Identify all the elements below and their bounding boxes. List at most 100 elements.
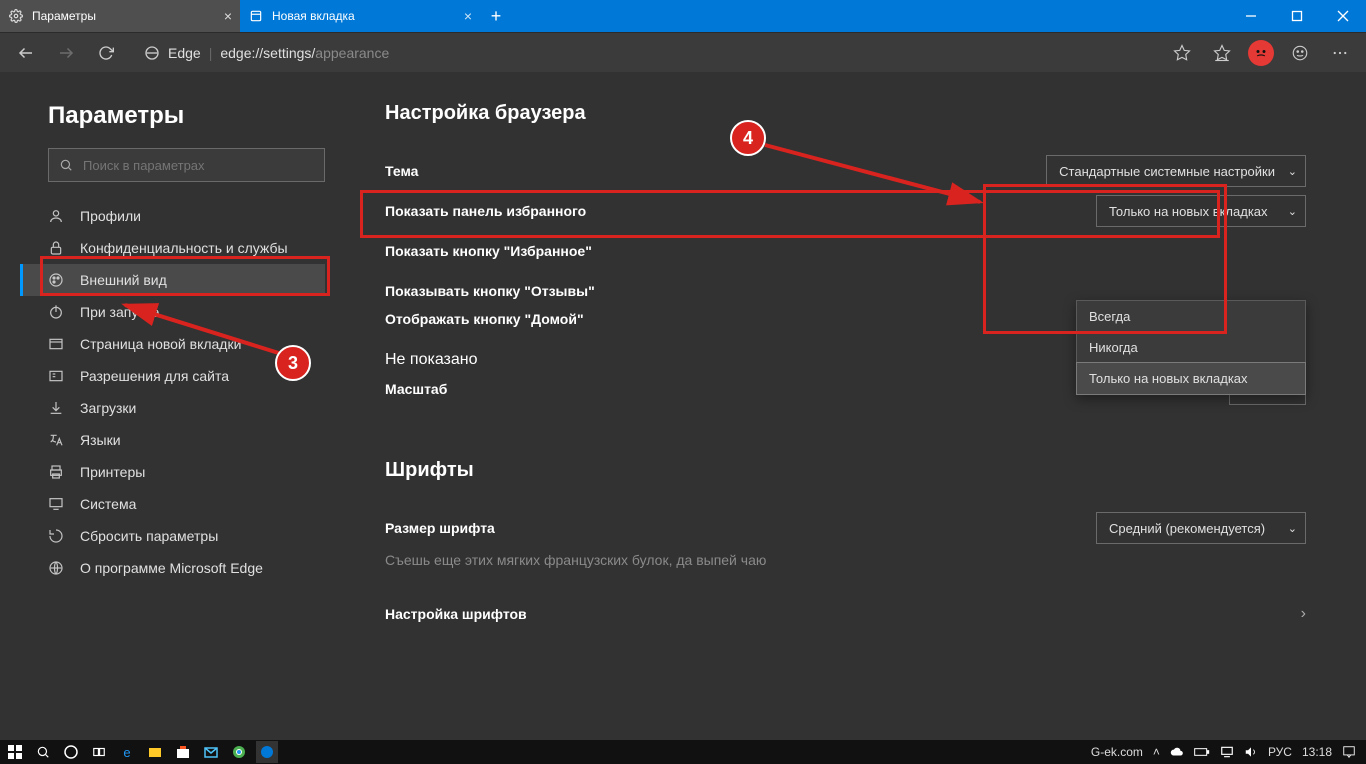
search-icon[interactable] [32,741,54,763]
clock[interactable]: 13:18 [1302,745,1332,759]
theme-select[interactable]: Стандартные системные настройки ⌄ [1046,155,1306,187]
sidebar-item-label: Загрузки [80,400,136,416]
chevron-right-icon: › [1301,605,1306,623]
settings-search[interactable] [48,148,325,182]
forward-button[interactable] [48,35,84,71]
explorer-icon[interactable] [144,741,166,763]
refresh-button[interactable] [88,35,124,71]
taskbar-text: G-ek.com [1091,745,1143,759]
browser-tab-newtab[interactable]: Новая вкладка × [240,0,480,32]
lang-indicator[interactable]: РУС [1268,745,1292,759]
profile-icon [48,208,66,224]
search-input[interactable] [83,158,314,173]
close-icon[interactable]: × [464,8,472,24]
sidebar-item-lock[interactable]: Конфиденциальность и службы [20,232,325,264]
volume-icon[interactable] [1244,745,1258,759]
appearance-icon [48,272,66,288]
section-heading: Шрифты [385,459,1306,482]
edge-logo-icon [144,45,160,61]
sidebar-item-reset[interactable]: Сбросить параметры [20,520,325,552]
profile-avatar[interactable] [1248,40,1274,66]
sidebar-item-printer[interactable]: Принтеры [20,456,325,488]
annotation-marker-3: 3 [275,345,311,381]
mail-icon[interactable] [200,741,222,763]
browser-tab-settings[interactable]: Параметры × [0,0,240,32]
dropdown-option[interactable]: Только на новых вкладках [1076,362,1306,395]
row-fav-button: Показать кнопку "Избранное" [385,231,1306,271]
sidebar-item-label: При запуске [80,304,159,320]
favbar-dropdown: ВсегдаНикогдаТолько на новых вкладках [1076,300,1306,395]
close-icon[interactable]: × [224,8,232,24]
onedrive-icon[interactable] [1170,745,1184,759]
favorites-button[interactable] [1204,35,1240,71]
battery-icon[interactable] [1194,746,1210,758]
search-icon [59,158,73,172]
separator: | [209,45,213,61]
fontsize-label: Размер шрифта [385,520,1096,536]
title-bar: Параметры × Новая вкладка × + [0,0,1366,32]
printer-icon [48,464,66,480]
address-bar: Edge | edge://settings/appearance [0,32,1366,72]
favorite-star-icon[interactable] [1164,35,1200,71]
edge-legacy-icon[interactable]: e [116,741,138,763]
tab-strip: + [480,0,1228,32]
fontsize-select[interactable]: Средний (рекомендуется) ⌄ [1096,512,1306,544]
permissions-icon [48,368,66,384]
newtab-icon [48,336,66,352]
fontsize-value: Средний (рекомендуется) [1109,521,1265,536]
close-window-button[interactable] [1320,0,1366,32]
chrome-icon[interactable] [228,741,250,763]
sidebar-item-appearance[interactable]: Внешний вид [20,264,325,296]
font-sample: Съешь еще этих мягких французских булок,… [385,552,1306,568]
minimize-button[interactable] [1228,0,1274,32]
url-path: appearance [315,45,389,61]
store-icon[interactable] [172,741,194,763]
more-button[interactable] [1322,35,1358,71]
section-heading: Настройка браузера [385,102,1306,125]
sidebar-item-about[interactable]: О программе Microsoft Edge [20,552,325,584]
home-label: Отображать кнопку "Домой" [385,311,584,351]
chevron-down-icon: ⌄ [1288,522,1297,535]
sidebar-item-label: Языки [80,432,121,448]
theme-label: Тема [385,163,1046,179]
favbtn-label: Показать кнопку "Избранное" [385,243,1306,259]
sidebar-item-power[interactable]: При запуске [20,296,325,328]
row-favorites-bar: Показать панель избранного Только на нов… [385,191,1306,231]
maximize-button[interactable] [1274,0,1320,32]
edge-icon[interactable] [256,741,278,763]
row-customize-fonts[interactable]: Настройка шрифтов › [385,594,1306,634]
lang-icon [48,432,66,448]
address-field[interactable]: Edge | edge://settings/appearance [134,38,1154,68]
page-icon [248,8,264,24]
url-prefix: edge://settings/ [220,45,315,61]
tray-chevron-icon[interactable]: ˄ [1153,745,1160,759]
taskview-icon[interactable] [88,741,110,763]
network-icon[interactable] [1220,745,1234,759]
sidebar-title: Параметры [48,102,325,130]
sidebar-item-label: Система [80,496,136,512]
theme-value: Стандартные системные настройки [1059,164,1275,179]
sidebar-item-system[interactable]: Система [20,488,325,520]
cortana-icon[interactable] [60,741,82,763]
sidebar-item-label: Внешний вид [80,272,167,288]
new-tab-button[interactable]: + [480,6,512,27]
sidebar-item-label: Конфиденциальность и службы [80,240,288,256]
dropdown-option[interactable]: Никогда [1077,332,1305,363]
dropdown-option[interactable]: Всегда [1077,301,1305,332]
download-icon [48,400,66,416]
feedback-label: Показывать кнопку "Отзывы" [385,283,1306,299]
favbar-select[interactable]: Только на новых вкладках ⌄ [1096,195,1306,227]
sidebar-item-label: Принтеры [80,464,145,480]
favbar-label: Показать панель избранного [385,203,1096,219]
sidebar-item-label: Разрешения для сайта [80,368,229,384]
settings-panel: Настройка браузера Тема Стандартные сист… [345,72,1366,740]
sidebar-item-download[interactable]: Загрузки [20,392,325,424]
chevron-down-icon: ⌄ [1288,205,1297,218]
sidebar-item-lang[interactable]: Языки [20,424,325,456]
feedback-icon[interactable] [1282,35,1318,71]
start-button[interactable] [4,741,26,763]
origin-label: Edge [168,45,201,61]
sidebar-item-profile[interactable]: Профили [20,200,325,232]
action-center-icon[interactable] [1342,745,1356,759]
back-button[interactable] [8,35,44,71]
